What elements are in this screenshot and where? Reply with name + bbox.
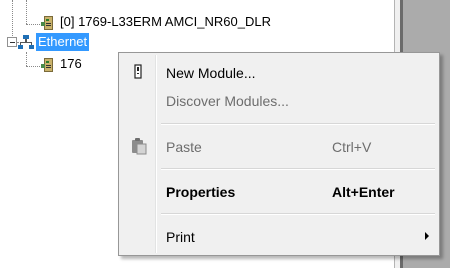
collapse-toggle[interactable] [7, 37, 17, 47]
tree-item-ethernet[interactable]: Ethernet [18, 33, 90, 51]
menu-item-label: Properties [166, 184, 236, 200]
menu-item-shortcut: Alt+Enter [332, 184, 395, 200]
menu-item-properties[interactable]: Properties Alt+Enter [121, 178, 437, 206]
ethernet-network-icon [18, 34, 34, 55]
tree-item-label: Ethernet [36, 33, 90, 51]
menu-item-print[interactable]: Print [121, 223, 437, 251]
tree-guide-line [26, 24, 40, 25]
menu-item-paste[interactable]: Paste Ctrl+V [121, 133, 437, 161]
menu-item-label: New Module... [166, 65, 256, 81]
new-module-icon [130, 63, 146, 84]
menu-item-label: Print [166, 229, 195, 245]
menu-separator [161, 168, 435, 170]
menu-item-discover-modules[interactable]: Discover Modules... [121, 87, 437, 115]
menu-item-shortcut: Ctrl+V [332, 139, 372, 155]
controller-module-icon [40, 57, 56, 78]
submenu-arrow-icon [425, 232, 429, 240]
menu-item-label: Paste [166, 139, 202, 155]
tree-item-module[interactable]: 176 [40, 55, 84, 73]
paste-icon [130, 137, 148, 158]
tree-guide-line [26, 66, 40, 67]
menu-item-label: Discover Modules... [166, 93, 289, 109]
context-menu: New Module... Discover Modules... Paste … [118, 52, 440, 256]
tree-item-label: [0] 1769-L33ERM AMCI_NR60_DLR [60, 14, 271, 29]
tree-guide-line [12, 0, 13, 38]
tree-guide-line [26, 0, 27, 24]
menu-item-new-module[interactable]: New Module... [121, 59, 437, 87]
menu-separator [161, 213, 435, 215]
tree-item-controller[interactable]: [0] 1769-L33ERM AMCI_NR60_DLR [40, 13, 273, 31]
menu-separator [161, 123, 435, 125]
tree-item-label: 176 [60, 56, 82, 71]
